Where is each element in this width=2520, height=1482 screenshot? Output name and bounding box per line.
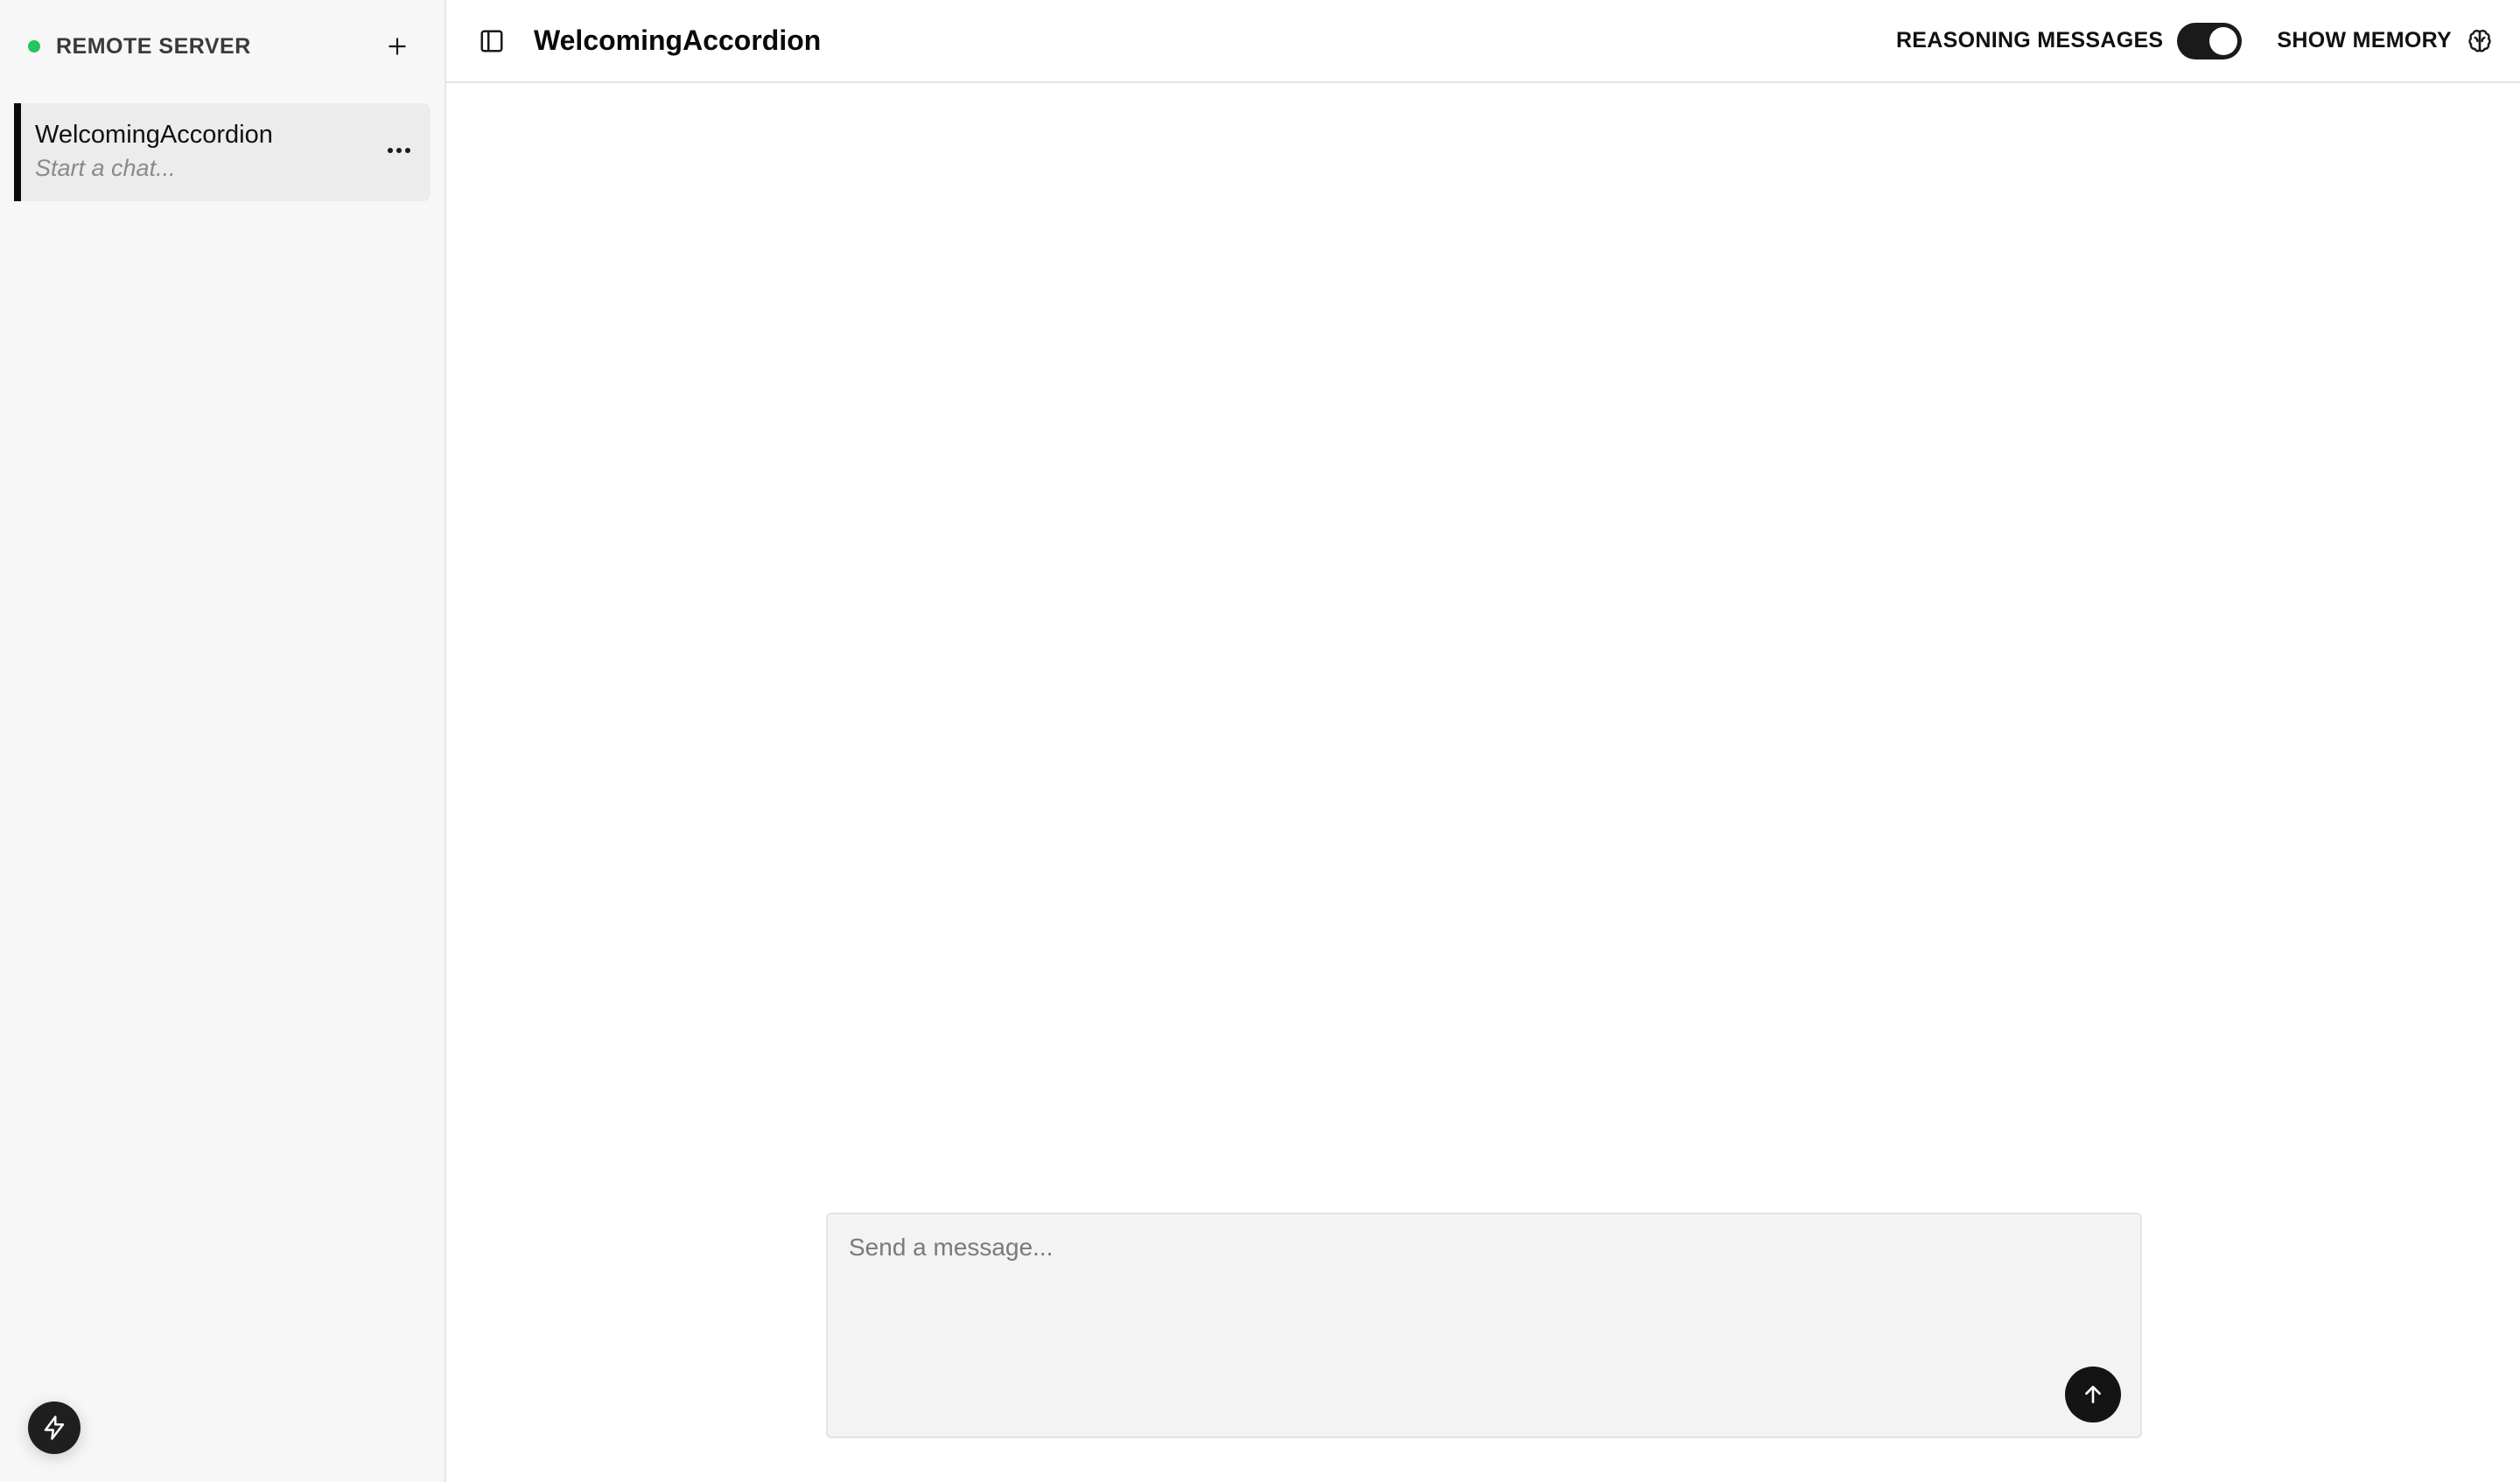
arrow-up-icon (2085, 1386, 2101, 1403)
show-memory-button[interactable]: SHOW MEMORY (2277, 27, 2494, 55)
server-status-dot (28, 40, 40, 52)
chat-list-item[interactable]: WelcomingAccordion Start a chat... (14, 103, 430, 201)
new-chat-button[interactable] (380, 29, 415, 64)
plus-icon (388, 38, 406, 55)
more-horizontal-icon (388, 148, 410, 153)
page-title: WelcomingAccordion (534, 24, 822, 56)
toggle-sidebar-button[interactable] (472, 22, 511, 60)
show-memory-label: SHOW MEMORY (2277, 28, 2452, 52)
reasoning-messages-toggle[interactable] (2177, 22, 2243, 59)
app-root: REMOTE SERVER WelcomingAccordion Start a… (0, 0, 2520, 1482)
server-status-label: REMOTE SERVER (56, 33, 251, 59)
reasoning-messages-label: REASONING MESSAGES (1895, 28, 2164, 52)
quick-action-button[interactable] (28, 1402, 80, 1454)
toggle-knob (2209, 26, 2238, 55)
lightning-icon (44, 1416, 65, 1440)
top-bar: WelcomingAccordion REASONING MESSAGES SH… (446, 0, 2520, 83)
send-button[interactable] (2065, 1367, 2121, 1423)
chat-options-button[interactable] (382, 138, 416, 163)
sidebar-header: REMOTE SERVER (0, 0, 444, 93)
sidebar-toggle-icon (480, 30, 503, 52)
message-composer (826, 1213, 2142, 1438)
chat-item-title: WelcomingAccordion (35, 121, 273, 149)
brain-icon (2468, 29, 2491, 52)
sidebar: REMOTE SERVER WelcomingAccordion Start a… (0, 0, 446, 1482)
chat-item-subtitle: Start a chat... (35, 155, 176, 181)
main-panel: WelcomingAccordion REASONING MESSAGES SH… (446, 0, 2520, 1482)
message-input[interactable] (828, 1214, 2140, 1437)
